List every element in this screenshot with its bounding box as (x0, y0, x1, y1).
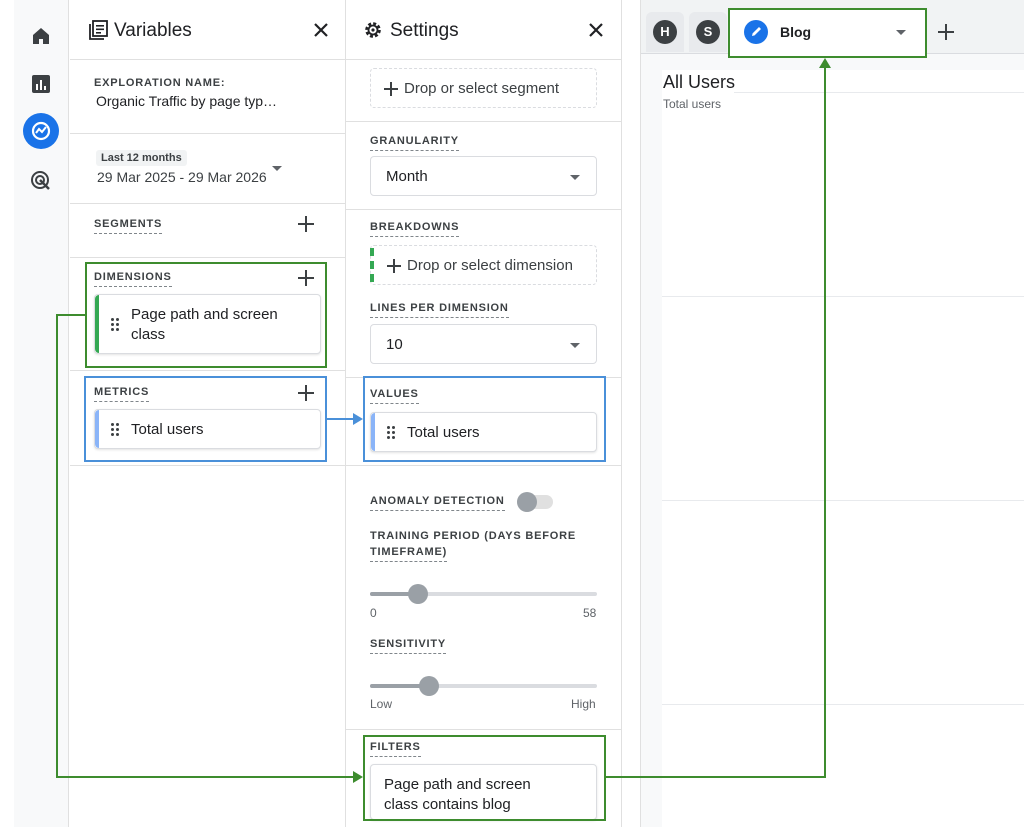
tab-h[interactable]: H (646, 12, 684, 52)
grid-line (662, 704, 1024, 705)
dimensions-highlight (85, 262, 327, 368)
sensitivity-min: Low (370, 697, 393, 711)
chart-area: All Users Total users (662, 70, 1024, 827)
exploration-name-label: EXPLORATION NAME: (94, 77, 226, 89)
sensitivity-label: SENSITIVITY (370, 638, 447, 654)
connector-line (56, 314, 86, 316)
plus-icon (387, 259, 401, 273)
slider-knob[interactable] (419, 676, 440, 696)
tab-s-badge: S (696, 20, 720, 44)
breakdown-drop-text: Drop or select dimension (407, 257, 573, 274)
close-icon[interactable] (585, 19, 607, 41)
slider-knob[interactable] (407, 584, 428, 604)
chart-title: All Users (663, 72, 736, 92)
blog-tab-highlight (728, 8, 927, 58)
anomaly-detection-label: ANOMALY DETECTION (370, 495, 505, 511)
anomaly-toggle[interactable] (517, 492, 553, 512)
toggle-knob (517, 492, 537, 512)
exploration-name[interactable]: Organic Traffic by page typ… (96, 93, 277, 109)
date-preset-chip[interactable]: Last 12 months (96, 150, 187, 166)
training-period-label-line2: TIMEFRAME) (370, 546, 448, 562)
connector-line (56, 776, 356, 778)
arrowhead-icon (819, 58, 831, 68)
reports-icon[interactable] (28, 71, 54, 97)
close-icon[interactable] (310, 19, 332, 41)
advertising-icon[interactable] (28, 168, 54, 194)
lines-per-dimension-value: 10 (386, 336, 403, 353)
connector-line (327, 418, 355, 420)
chevron-down-icon (570, 343, 580, 348)
divider (346, 121, 621, 122)
grid-line (734, 92, 1024, 93)
connector-line (56, 314, 58, 778)
explore-icon[interactable] (23, 113, 59, 149)
home-icon[interactable] (28, 23, 54, 49)
metrics-highlight (84, 376, 327, 462)
tab-s[interactable]: S (689, 12, 727, 52)
variables-icon (88, 20, 108, 45)
settings-title: Settings (390, 20, 459, 41)
segment-drop-zone[interactable]: Drop or select segment (370, 68, 597, 108)
arrowhead-icon (353, 771, 363, 783)
date-range[interactable]: 29 Mar 2025 - 29 Mar 2026 (97, 169, 267, 185)
training-period-label-line1: TRAINING PERIOD (DAYS BEFORE (370, 530, 576, 542)
add-tab-icon[interactable] (934, 20, 958, 44)
divider (346, 729, 621, 730)
granularity-select[interactable]: Month (370, 156, 597, 196)
divider (70, 257, 345, 258)
connector-line (824, 66, 826, 778)
connector-line (606, 776, 826, 778)
lines-per-dimension-select[interactable]: 10 (370, 324, 597, 364)
training-period-slider[interactable] (370, 584, 597, 604)
chevron-down-icon[interactable] (272, 166, 282, 171)
variables-title: Variables (114, 20, 192, 41)
exploration-canvas: H S Blog All Users Total users (640, 0, 1024, 827)
variables-header: Variables (70, 0, 345, 60)
training-min: 0 (370, 606, 377, 620)
chart-subtitle: Total users (663, 97, 722, 111)
nav-rail (14, 0, 69, 827)
grid-line (662, 500, 1024, 501)
dimension-accent (370, 248, 374, 282)
training-max: 58 (583, 606, 597, 620)
tab-h-badge: H (653, 20, 677, 44)
gear-icon (363, 20, 383, 45)
granularity-label: GRANULARITY (370, 135, 459, 151)
grid-line (662, 296, 1024, 297)
breakdowns-label: BREAKDOWNS (370, 221, 460, 237)
granularity-value: Month (386, 168, 428, 185)
filters-highlight (363, 735, 606, 821)
divider (70, 465, 345, 466)
segments-label: SEGMENTS (94, 218, 163, 234)
values-highlight (363, 376, 606, 462)
arrowhead-icon (353, 413, 363, 425)
settings-header: Settings (346, 0, 621, 60)
add-segment-icon[interactable] (298, 216, 314, 232)
lines-per-dimension-label: LINES PER DIMENSION (370, 302, 509, 318)
segment-drop-text: Drop or select segment (404, 80, 560, 97)
chevron-down-icon (570, 175, 580, 180)
sensitivity-slider[interactable] (370, 676, 597, 696)
divider (70, 203, 345, 204)
sensitivity-max: High (571, 697, 596, 711)
breakdown-drop-zone[interactable]: Drop or select dimension (370, 245, 597, 285)
divider (70, 133, 345, 134)
divider (70, 370, 345, 371)
divider (346, 465, 621, 466)
plus-icon (384, 82, 398, 96)
divider (346, 209, 621, 210)
